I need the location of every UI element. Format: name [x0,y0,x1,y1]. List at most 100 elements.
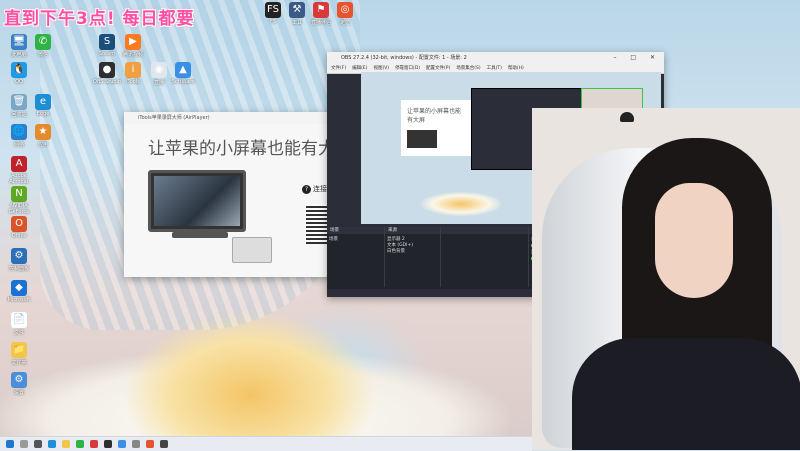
desktop-icon-label: 直播伴侣 [310,20,331,26]
search-icon[interactable] [20,440,28,448]
app2-icon[interactable] [118,440,126,448]
desktop-app-icon: 🌐 [11,124,27,140]
desktop-icon[interactable]: ◆ Microsoft [4,280,34,303]
desktop-icon[interactable]: ◎ 定位 [330,2,360,26]
desktop-app-icon: 📁 [11,342,27,358]
obs-menu-item[interactable]: 场景集合(S) [456,66,480,71]
desktop-icon-label: 文件夹 [11,360,27,366]
preview-itools: 让苹果的小屏幕也能有大屏 [401,100,471,156]
desktop-app-icon: ⚑ [313,2,329,18]
desktop-icon-label: iTools [126,79,140,85]
desktop-icon-label: 应用 [37,142,48,148]
obs-menu-item[interactable]: 文件(F) [331,66,346,71]
itools-help[interactable]: ? 连接 [302,184,327,194]
preview-egg [421,192,501,216]
scenes-dock[interactable]: 场景 场景 [327,227,385,287]
source-item[interactable]: 白色背景 [387,248,438,254]
desktop-icon-label: Microsoft [7,297,31,303]
controls-dock[interactable] [441,227,529,287]
edge-icon[interactable] [48,440,56,448]
obs-menu-item[interactable]: 视图(V) [373,66,389,71]
desktop-icon[interactable]: 📁 文件夹 [4,342,34,366]
app3-icon[interactable] [132,440,140,448]
desktop-app-icon: e [35,94,51,110]
desktop-icon-label: 设置 [13,390,24,396]
explorer-icon[interactable] [62,440,70,448]
desktop-icon-label: 定位 [339,20,350,26]
desktop-app-icon: ◎ [337,2,353,18]
desktop-app-icon: A [11,156,27,172]
desktop-icon-label: Office [11,233,27,239]
desktop-app-icon: ★ [35,124,51,140]
desktop-icon[interactable]: O Office [4,216,34,239]
itools-window[interactable]: iTools苹果录屏大师 (AirPlayer) ✕ 让苹果的小屏幕也能有大屏 … [124,112,360,277]
desktop-app-icon: 🐧 [11,62,27,78]
app-icon[interactable] [90,440,98,448]
taskview-icon[interactable] [34,440,42,448]
desktop-icon-label: SoftWare [171,79,195,85]
desktop-icon-label: QQ [15,79,23,85]
desktop-icon-label: 此电脑 [11,52,27,58]
desktop-icon-label: 回收站 [11,112,27,118]
sources-dock[interactable]: 来源 显示器 2 文本 (GDI+) 白色背景 [385,227,441,287]
desktop-icon-label: 直播 [153,80,164,86]
desktop-icon-label: 网络 [13,142,24,148]
desktop-icon[interactable]: 🐧 QQ [4,62,34,85]
desktop-app-icon: S [99,34,115,50]
desktop-icon[interactable]: N NVIDIA GeForce [4,186,34,215]
phone-illustration [232,237,272,263]
desktop-icon-label: 控制面板 [8,266,29,272]
desktop-app-icon: ⚙ [11,248,27,264]
start-icon[interactable] [6,440,14,448]
scene-item[interactable]: 场景 [329,236,382,242]
desktop-icon-label: FS [270,19,276,25]
desktop-icon[interactable]: e Edge [28,94,58,117]
itools-headline: 让苹果的小屏幕也能有大屏 [148,139,352,159]
obs-taskbar-icon[interactable] [104,440,112,448]
obs-menu-item[interactable]: 停靠窗口(D) [395,66,420,71]
streamer-face [655,183,733,298]
desktop-icon[interactable]: ⚙ 控制面板 [4,248,34,272]
obs-title: OBS 27.2.4 (32-bit, windows) - 配置文件: 1 -… [341,55,467,61]
taskbar[interactable] [0,436,532,451]
obs-menu-item[interactable]: 编辑(E) [352,66,367,71]
desktop-icon[interactable]: ★ 应用 [28,124,58,148]
desktop-icon[interactable]: ▶ 腾讯视频 [118,34,148,58]
desktop-app-icon: ▶ [125,34,141,50]
desktop-icon-label: Edge [36,111,50,117]
obs-menu-item[interactable]: 工具(T) [487,66,502,71]
obs-menu-item[interactable]: 帮助(H) [508,66,524,71]
camera-feed [532,108,800,450]
stream-banner-text: 直到下午3点! 每日都要 [4,9,195,29]
app4-icon[interactable] [146,440,154,448]
obs-window-controls[interactable]: – □ ✕ [613,52,661,64]
desktop-app-icon: FS [265,2,281,18]
desktop-icon-label: 微信 [37,52,48,58]
desktop-app-icon: ✆ [35,34,51,50]
desktop-app-icon: ⚒ [289,2,305,18]
desktop-icon-label: Steam [98,51,116,57]
qr-code [306,204,328,244]
desktop-icon[interactable]: ▲ SoftWare [168,62,198,85]
desktop-app-icon: i [125,62,141,78]
desktop-icon-label: Adobe Acrobat [9,173,29,185]
itools-title: iTools苹果录屏大师 (AirPlayer) [138,115,210,121]
desktop-icon[interactable]: A Adobe Acrobat [4,156,34,185]
app5-icon[interactable] [160,440,168,448]
desktop-app-icon: ◆ [11,280,27,296]
obs-menu-item[interactable]: 配置文件(P) [426,66,450,71]
desktop-app-icon: 📄 [11,312,27,328]
desktop-icon[interactable]: ✆ 微信 [28,34,58,58]
wechat-icon[interactable] [76,440,84,448]
desktop-app-icon: 🗑 [11,94,27,110]
controls-dock-header [441,227,528,234]
desktop-icon-label: 工具 [291,20,302,26]
desktop-icon[interactable]: ⚙ 设置 [4,372,34,396]
itools-titlebar[interactable]: iTools苹果录屏大师 (AirPlayer) ✕ [124,112,360,124]
desktop-icon-label: OBS Studio [93,79,121,85]
desktop-app-icon: O [11,216,27,232]
obs-titlebar[interactable]: OBS 27.2.4 (32-bit, windows) - 配置文件: 1 -… [327,52,664,64]
tv-illustration [148,170,246,232]
desktop-app-icon: ● [99,62,115,78]
desktop-icon[interactable]: 📄 文件 [4,312,34,336]
